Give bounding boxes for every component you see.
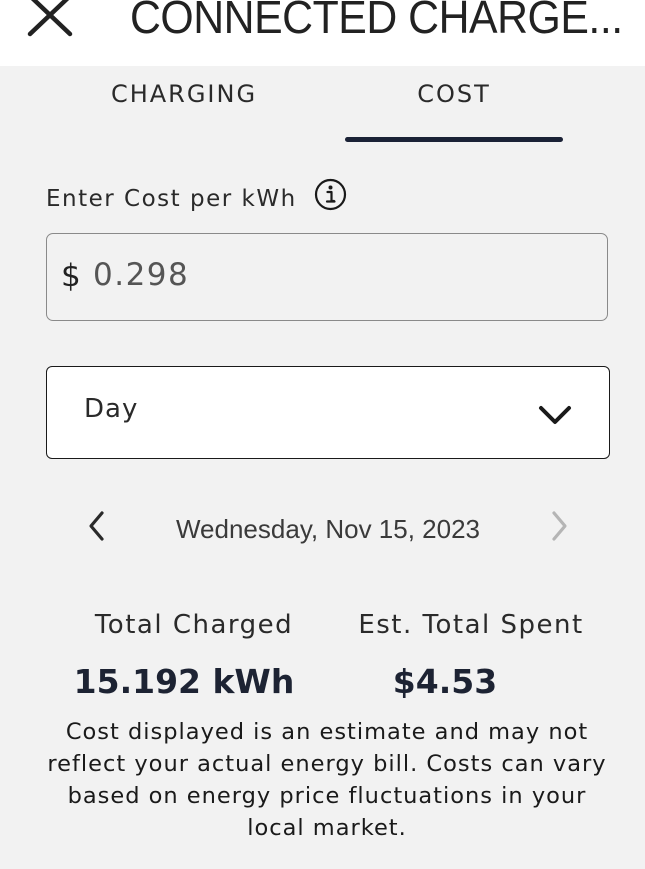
selected-date: Wednesday, Nov 15, 2023 (175, 514, 480, 544)
close-button[interactable] (22, 0, 80, 40)
tab-cost[interactable]: COST (345, 80, 563, 142)
next-date-button[interactable] (542, 506, 576, 546)
period-dropdown[interactable]: Day (46, 366, 610, 459)
currency-symbol: $ (61, 258, 81, 294)
cost-per-kwh-input[interactable] (93, 252, 573, 298)
cost-disclaimer: Cost displayed is an estimate and may no… (47, 719, 607, 841)
total-spent-value: $4.53 (392, 662, 498, 701)
previous-date-button[interactable] (80, 506, 114, 546)
tab-bar: CHARGING COST (0, 66, 645, 146)
active-tab-indicator (345, 137, 563, 142)
period-selected-value: Day (84, 394, 139, 424)
close-icon (27, 0, 73, 37)
info-button[interactable] (314, 178, 347, 211)
info-icon (314, 178, 347, 211)
cost-per-kwh-field: $ (46, 233, 608, 321)
total-charged-label: Total Charged (94, 610, 294, 640)
app-header: CONNECTED CHARGE... (0, 0, 645, 66)
tab-charging[interactable]: CHARGING (84, 80, 284, 142)
total-spent-label: Est. Total Spent (358, 610, 584, 640)
page-title: CONNECTED CHARGE... (130, 0, 623, 43)
cost-per-kwh-label: Enter Cost per kWh (46, 186, 297, 212)
total-charged-value: 15.192 kWh (73, 662, 295, 701)
chevron-right-icon (552, 511, 567, 541)
chevron-down-icon (539, 406, 571, 424)
chevron-left-icon (89, 511, 104, 541)
